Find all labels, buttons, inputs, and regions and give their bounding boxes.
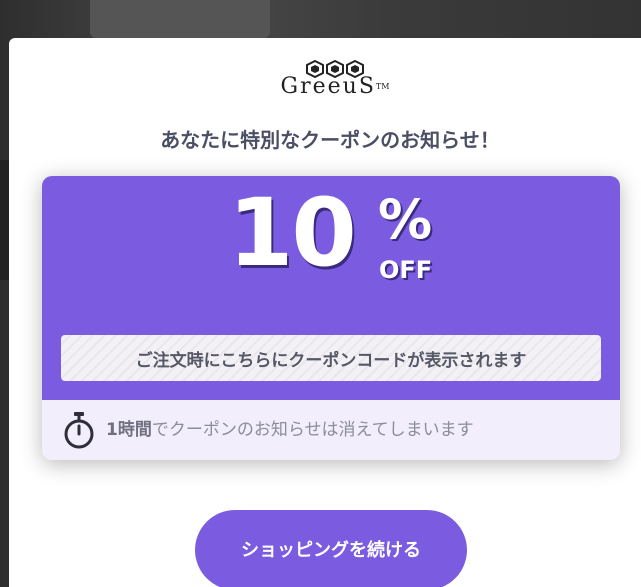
logo-wordmark: GreeuSTM [280, 74, 390, 99]
discount-percent-sign: % [378, 188, 433, 251]
coupon-code-box: ご注文時にこちらにクーポンコードが表示されます [61, 335, 601, 381]
discount-off-label: OFF [379, 256, 433, 284]
timer-message-rest: でクーポンのお知らせは消えてしまいます [151, 420, 474, 440]
background-product-image [90, 0, 270, 38]
coupon-timer-bar: 1時間でクーポンのお知らせは消えてしまいます [42, 400, 620, 460]
coupon-discount-panel: 10 % OFF ご注文時にこちらにクーポンコードが表示されます [42, 176, 620, 400]
stopwatch-icon [64, 412, 94, 449]
brand-logo: GreeuSTM [280, 60, 390, 106]
continue-shopping-button[interactable]: ショッピングを続ける [195, 510, 467, 587]
coupon-card: 10 % OFF ご注文時にこちらにクーポンコードが表示されます 1時間でクーポ… [42, 176, 620, 460]
popup-headline: あなたに特別なクーポンのお知らせ！ [160, 128, 500, 152]
discount-value: 10 [228, 179, 357, 288]
timer-duration: 1時間 [106, 420, 152, 440]
timer-message: 1時間でクーポンのお知らせは消えてしまいます [106, 418, 474, 442]
